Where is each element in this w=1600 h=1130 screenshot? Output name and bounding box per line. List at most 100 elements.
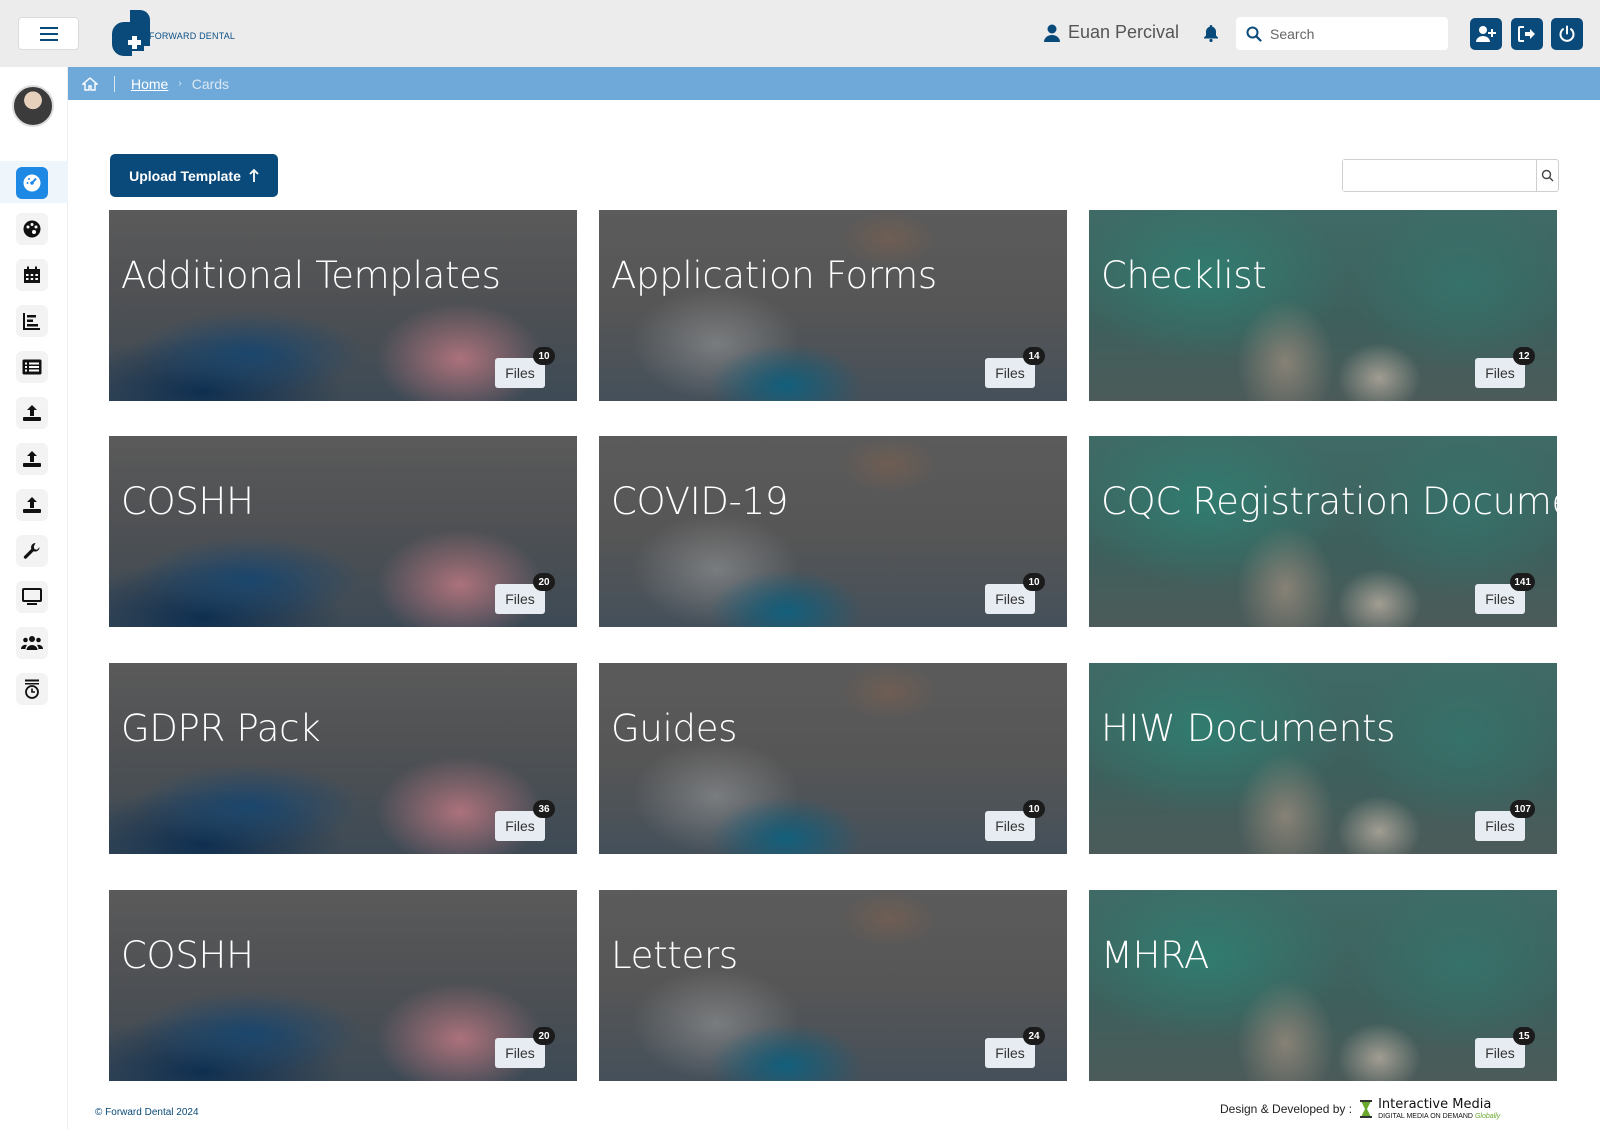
logout-button[interactable] [1511,18,1543,50]
users-icon [21,636,43,650]
card-coshh[interactable]: COSHH Files 20 [109,436,577,627]
add-user-icon [1476,26,1496,42]
card-title: Guides [611,707,738,750]
upload-template-button[interactable]: Upload Template [110,154,278,197]
card-cqc-registration-documents[interactable]: CQC Registration DocumentsFiles141 [1089,436,1557,627]
card-title: MHRA [1101,934,1210,977]
arrow-up-icon [249,168,259,182]
card-title: COVID-19 [611,480,789,523]
user-icon [1044,24,1060,42]
avatar[interactable] [12,85,54,127]
card-gdpr-pack[interactable]: GDPR Pack Files 36 [109,663,577,854]
sidebar-item-palette[interactable] [16,213,48,245]
breadcrumb-current: Cards [191,75,230,92]
card-letters[interactable]: Letters Files 24 [599,890,1067,1081]
add-user-button[interactable] [1470,18,1502,50]
card-title: COSHH [121,480,254,523]
footer-credits: Design & Developed by : Interactive Medi… [1220,1098,1500,1120]
company-tagline-accent: Globally [1474,1113,1501,1120]
card-title: HIW Documents [1101,707,1396,750]
file-count-badge: 12 [1513,347,1535,365]
interactive-media-logo[interactable]: Interactive Media DIGITAL MEDIA ON DEMAN… [1360,1098,1500,1120]
file-count-badge: 20 [533,1027,555,1045]
power-icon [1559,25,1575,42]
cards-search-input[interactable] [1343,160,1536,191]
chart-icon [23,313,40,330]
upload-template-label: Upload Template [129,167,241,184]
global-search [1236,17,1448,50]
card-title: Application Forms [611,254,937,297]
sidebar-item-calendar[interactable] [16,259,48,291]
file-count-badge: 141 [1510,573,1535,591]
card-mhra[interactable]: MHRA Files 15 [1089,890,1557,1081]
breadcrumb-home-link[interactable]: Home [131,76,168,92]
card-title: Additional Templates [121,254,501,297]
menu-toggle-button[interactable] [18,17,79,50]
sidebar [0,67,68,1130]
search-icon [1541,169,1554,182]
monitor-icon [22,588,42,605]
upload-icon [23,497,41,513]
global-search-input[interactable] [1270,25,1440,42]
sidebar-item-upload-1[interactable] [16,397,48,429]
sidebar-item-dashboard[interactable] [16,167,48,199]
notifications-button[interactable] [1203,24,1219,47]
file-count-badge: 10 [1023,800,1045,818]
card-checklist[interactable]: Checklist Files 12 [1089,210,1557,401]
file-count-badge: 10 [1023,573,1045,591]
sidebar-item-timesheet[interactable] [16,673,48,705]
power-button[interactable] [1551,18,1583,50]
sign-out-icon [1518,26,1535,42]
breadcrumb-divider [114,75,115,92]
cards-search [1342,159,1559,192]
card-title: Checklist [1101,254,1267,297]
sidebar-item-reports[interactable] [16,305,48,337]
file-count-badge: 20 [533,573,555,591]
sidebar-item-users[interactable] [16,627,48,659]
card-application-forms[interactable]: Application Forms Files 14 [599,210,1067,401]
sidebar-item-upload-2[interactable] [16,443,48,475]
timer-icon [25,679,39,699]
sidebar-item-upload-3[interactable] [16,489,48,521]
sidebar-item-tools[interactable] [16,535,48,567]
card-title: CQC Registration Documents [1101,480,1557,523]
search-icon[interactable] [1246,26,1262,42]
card-coshh-2[interactable]: COSHH Files 20 [109,890,577,1081]
sidebar-item-list[interactable] [16,351,48,383]
file-count-badge: 10 [533,347,555,365]
card-covid-19[interactable]: COVID-19 Files 10 [599,436,1067,627]
card-hiw-documents[interactable]: HIW Documents Files 107 [1089,663,1557,854]
hamburger-icon [39,26,58,41]
breadcrumb: Home › Cards [68,67,1600,100]
home-icon[interactable] [82,76,98,91]
upload-icon [23,405,41,421]
brand-logo-text: FORWARD DENTAL [149,31,236,41]
card-title: COSHH [121,934,254,977]
user-menu[interactable]: Euan Percival [1044,22,1179,43]
cards-search-button[interactable] [1536,160,1558,191]
file-count-badge: 24 [1023,1027,1045,1045]
chevron-right-icon: › [178,78,182,89]
company-tagline: DIGITAL MEDIA ON DEMAND [1378,1113,1473,1120]
card-guides[interactable]: Guides Files 10 [599,663,1067,854]
list-icon [22,359,42,375]
card-title: GDPR Pack [121,707,321,750]
sidebar-item-monitor[interactable] [16,581,48,613]
file-count-badge: 107 [1510,800,1535,818]
footer-copyright: © Forward Dental 2024 [95,1107,199,1118]
company-name: Interactive Media [1378,1097,1492,1112]
hourglass-icon [1360,1100,1373,1118]
user-name: Euan Percival [1068,22,1180,42]
file-count-badge: 14 [1023,347,1045,365]
file-count-badge: 15 [1513,1027,1535,1045]
card-additional-templates[interactable]: Additional Templates Files 10 [109,210,577,401]
dashboard-icon [23,174,41,192]
top-bar: FORWARD DENTAL Euan Percival [0,0,1600,67]
footer-developed-by: Design & Developed by : [1220,1102,1353,1116]
wrench-icon [23,543,40,559]
palette-icon [23,220,41,238]
card-title: Letters [611,934,738,977]
file-count-badge: 36 [533,800,555,818]
calendar-icon [24,266,40,283]
bell-icon [1204,25,1218,43]
